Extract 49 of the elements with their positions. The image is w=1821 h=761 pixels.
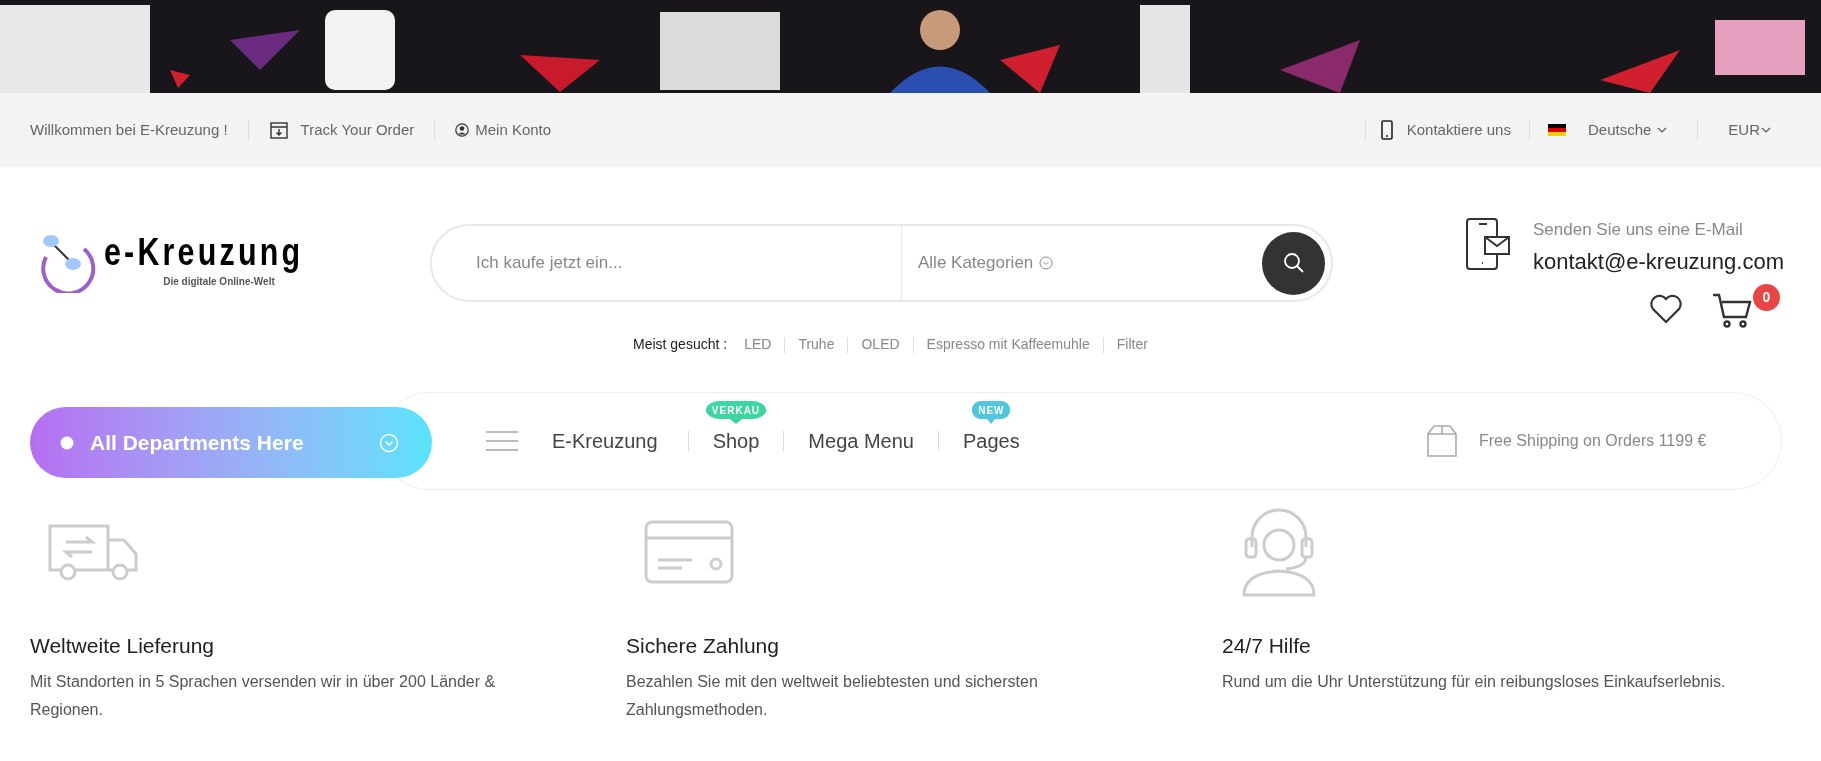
feature-description: Bezahlen Sie mit den weltweit beliebtesten und sichersten Zahlungsmethoden. (626, 671, 1039, 720)
popular-search-link[interactable]: OLED (861, 334, 900, 355)
nav-menu-item[interactable]: Pages (962, 430, 1020, 452)
flag-icon (1547, 124, 1566, 136)
truck-icon (48, 522, 138, 582)
phone-icon (1380, 120, 1393, 140)
feature-title: Weltweite Lieferung (30, 633, 216, 659)
nav-menu-item[interactable]: Shop (712, 430, 760, 452)
dot-icon (60, 435, 74, 450)
logo-name: e-Kreuzung (104, 233, 305, 271)
user-icon (455, 123, 470, 137)
chevron-circle-icon (1039, 256, 1054, 270)
popular-search-link[interactable]: Filter (1116, 334, 1148, 355)
cart-icon[interactable] (1712, 292, 1752, 328)
popular-label: Meist gesucht : (633, 335, 728, 354)
box-icon (1427, 425, 1457, 457)
popular-search-link[interactable]: LED (744, 334, 772, 355)
feature-title: Sichere Zahlung (626, 633, 780, 659)
feature-description: Rund um die Uhr Unterstützung für ein reibungsloses Einkaufserlebnis. (1222, 671, 1727, 692)
language-dropdown[interactable]: Deutsche (1547, 118, 1668, 142)
welcome-text: Willkommen bei E-Kreuzung ! (30, 119, 228, 140)
shipping-text: Free Shipping on Orders 1199 € (1479, 431, 1707, 451)
logo-tagline: Die digitale Online-Welt (163, 275, 275, 289)
category-dropdown[interactable]: Alle Kategorien (902, 250, 1262, 276)
chevron-down-icon (1657, 127, 1668, 133)
nav-menu-item[interactable]: E-Kreuzung (552, 430, 658, 452)
chevron-down-icon (1761, 127, 1771, 133)
email-link[interactable]: kontakt@e-kreuzung.com (1533, 244, 1784, 278)
phone-mail-icon (1465, 217, 1511, 271)
feature-description: Mit Standorten in 5 Sprachen versenden wir in über 200 Länder & Regionen. (30, 671, 497, 720)
email-label: Senden Sie uns eine E-Mail (1533, 219, 1744, 241)
cart-count-badge: 0 (1753, 284, 1780, 311)
search-icon (1282, 252, 1305, 274)
headset-icon (1240, 507, 1318, 597)
popular-search-link[interactable]: Espresso mit Kaffeemuhle (926, 334, 1090, 355)
contact-link[interactable]: Kontaktiere uns (1380, 118, 1511, 142)
track-order-link[interactable]: Track Your Order (268, 118, 415, 142)
chevron-circle-icon (379, 432, 399, 453)
search-field[interactable]: Ich kaufe jetzt ein... Alle Kategorien (430, 224, 1333, 302)
credit-card-icon (644, 520, 734, 584)
heart-icon[interactable] (1649, 294, 1683, 324)
feature-title: 24/7 Hilfe (1222, 633, 1312, 659)
box-icon (268, 120, 289, 140)
popular-search-link[interactable]: Truhe (798, 334, 835, 355)
nav-menu-item[interactable]: Mega Menu (808, 430, 914, 452)
currency-dropdown[interactable]: EUR (1728, 118, 1771, 142)
search-button[interactable] (1262, 231, 1325, 295)
account-link[interactable]: Mein Konto (455, 118, 552, 142)
logo[interactable]: e-Kreuzung Die digitale Online-Welt (36, 227, 364, 293)
